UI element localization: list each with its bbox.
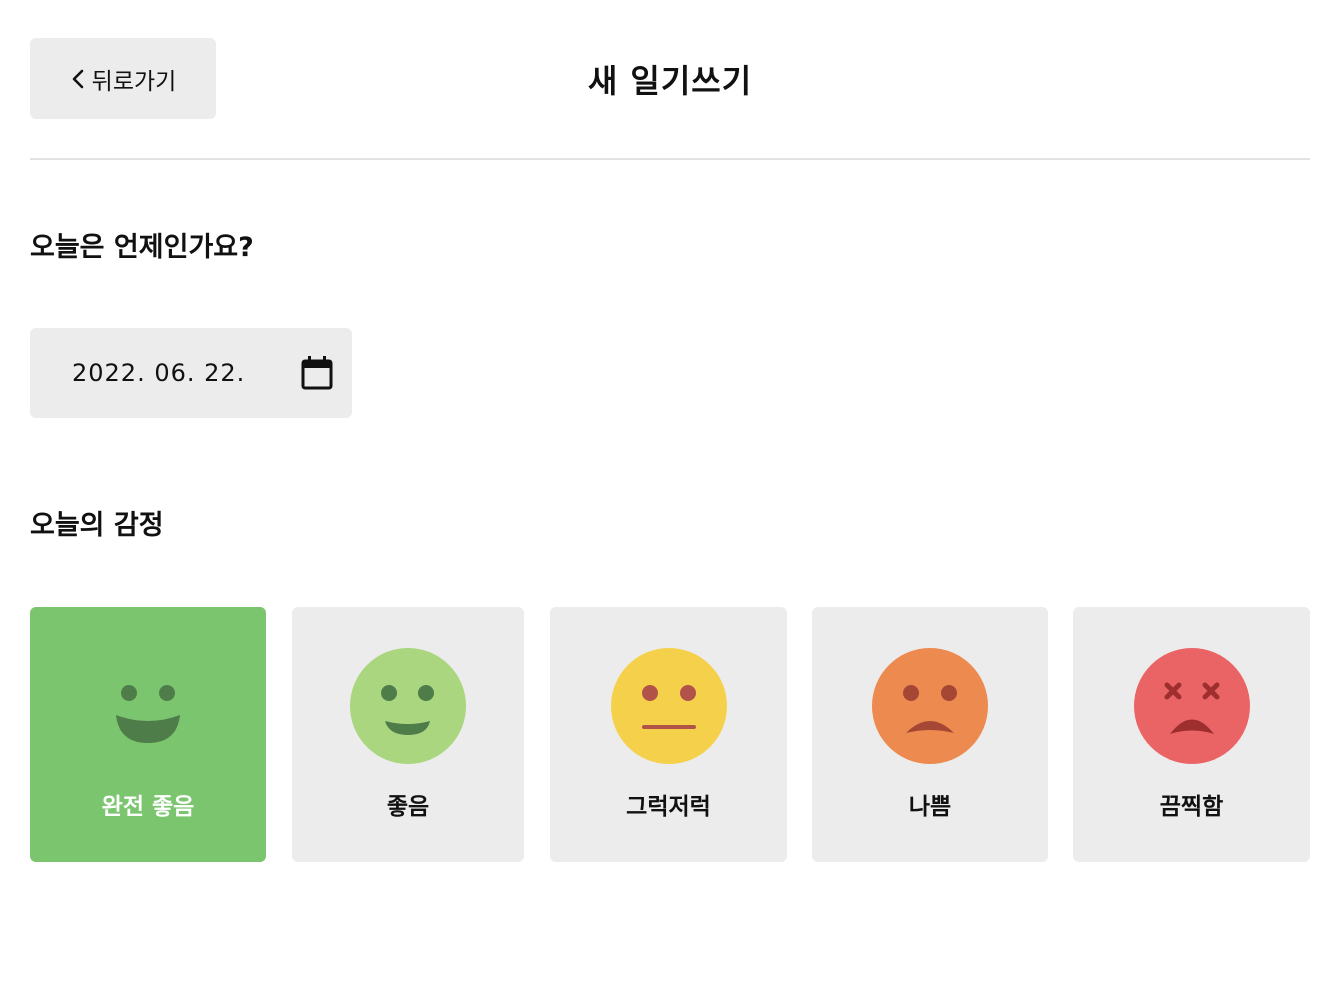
header-divider <box>30 158 1310 160</box>
back-button[interactable]: 뒤로가기 <box>30 38 216 119</box>
neutral-face-icon <box>610 648 727 764</box>
emotion-card-so-so[interactable]: 그럭저럭 <box>550 607 787 862</box>
header: 뒤로가기 새 일기쓰기 <box>30 38 1310 119</box>
emotion-card-very-good[interactable]: 완전 좋음 <box>30 607 266 862</box>
back-button-label: 뒤로가기 <box>91 68 177 95</box>
smiling-face-icon <box>350 648 466 764</box>
date-value: 2022. 06. 22. <box>72 359 246 387</box>
date-section-title: 오늘은 언제인가요? <box>30 232 254 263</box>
emotion-label: 그럭저럭 <box>626 794 711 820</box>
emotion-label: 좋음 <box>386 794 430 820</box>
frowning-face-icon <box>872 648 988 764</box>
calendar-icon[interactable] <box>300 355 334 391</box>
laughing-face-icon <box>90 648 206 764</box>
page-title: 새 일기쓰기 <box>587 62 753 100</box>
emotion-card-good[interactable]: 좋음 <box>292 607 524 862</box>
emotion-section-title: 오늘의 감정 <box>30 510 164 541</box>
emotion-card-terrible[interactable]: 끔찍함 <box>1073 607 1310 862</box>
emotion-card-bad[interactable]: 나쁨 <box>812 607 1048 862</box>
date-input[interactable]: 2022. 06. 22. <box>30 328 352 418</box>
emotion-label: 완전 좋음 <box>101 794 195 820</box>
dizzy-face-icon <box>1133 648 1250 764</box>
chevron-left-icon <box>70 68 86 90</box>
emotion-label: 끔찍함 <box>1159 794 1224 820</box>
emotion-label: 나쁨 <box>908 794 952 820</box>
